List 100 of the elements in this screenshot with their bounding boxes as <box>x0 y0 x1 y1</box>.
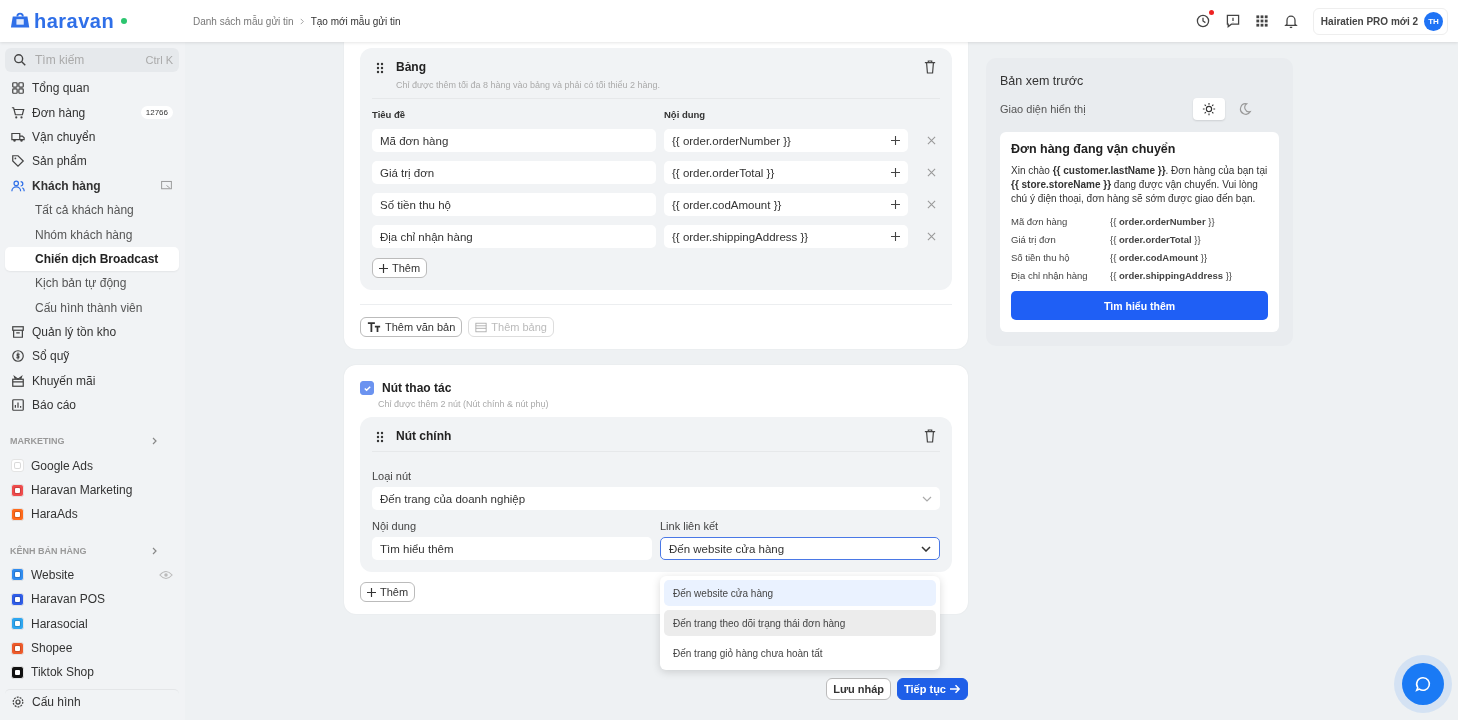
nav-item[interactable]: Vận chuyển <box>5 124 179 150</box>
column-header: Nội dung <box>664 109 707 120</box>
grid-icon <box>11 81 25 96</box>
chart-icon <box>11 398 25 413</box>
chat-button[interactable] <box>1402 663 1444 705</box>
nav-item[interactable]: Khách hàng <box>5 173 179 198</box>
section-title: MARKETING <box>10 436 65 447</box>
theme-label: Giao diện hiển thị <box>1000 103 1086 115</box>
chevron-icon[interactable] <box>151 437 159 446</box>
plus-icon <box>367 587 376 597</box>
trash-icon[interactable] <box>924 60 936 74</box>
variable-field[interactable]: {{ order.codAmount }} <box>664 193 908 216</box>
breadcrumb-link[interactable]: Tạo mới mẫu gửi tin <box>310 15 401 27</box>
section-heading: Nút thao tác <box>382 381 452 395</box>
drag-handle-icon[interactable] <box>376 62 384 74</box>
nav-item[interactable]: Tổng quan <box>5 76 179 101</box>
nav-item[interactable]: HaraAds <box>5 502 179 527</box>
text-field[interactable]: Giá trị đơn <box>372 161 656 184</box>
search-input[interactable]: Tìm kiếm <box>33 52 140 68</box>
nav-item[interactable]: Haravan POS <box>5 587 179 612</box>
variable-field[interactable]: {{ order.orderNumber }} <box>664 129 908 152</box>
message-value: {{ order.orderTotal }} <box>1110 234 1202 245</box>
brand-name: haravan <box>34 9 115 33</box>
box-icon <box>11 325 25 340</box>
nav-item[interactable]: Website <box>5 562 179 588</box>
add-block-button[interactable]: Thêm văn bản <box>360 317 463 337</box>
message-label: Giá trị đơn <box>1011 234 1057 245</box>
shortcut-hint: Ctrl K <box>145 54 173 66</box>
trash-icon[interactable] <box>924 429 936 443</box>
learn-more-button[interactable]: Tìm hiểu thêm <box>1011 291 1268 320</box>
search-icon <box>13 53 27 67</box>
nav-item[interactable]: Sản phẩm <box>5 149 179 174</box>
dropdown-option[interactable]: Đến website cửa hàng <box>664 580 936 606</box>
nav-item[interactable]: Đơn hàng 12766 <box>5 100 179 125</box>
message-title: Đơn hàng đang vận chuyển <box>1011 142 1177 156</box>
text-field[interactable]: Tìm hiểu thêm <box>372 537 652 560</box>
add-row-button[interactable]: Thêm <box>372 258 428 278</box>
avatar: TH <box>1424 11 1443 31</box>
plus-icon[interactable] <box>891 168 900 177</box>
users-icon <box>11 178 25 193</box>
tag-icon <box>11 154 25 169</box>
text-icon <box>367 321 381 333</box>
nav-item[interactable]: Google Ads <box>5 453 179 478</box>
text-field[interactable]: Số tiền thu hộ <box>372 193 656 216</box>
section-hint: Chỉ được thêm 2 nút (Nút chính & nút phụ) <box>378 399 550 409</box>
check-icon <box>362 383 372 393</box>
plus-icon[interactable] <box>891 200 900 209</box>
bell-icon[interactable] <box>1282 13 1299 29</box>
sun-icon[interactable] <box>1193 98 1225 120</box>
nav-item[interactable]: Harasocial <box>5 611 179 636</box>
nav-subitem[interactable]: Kịch bản tự động <box>5 271 179 296</box>
draft-button[interactable]: Lưu nháp <box>826 678 891 700</box>
plus-icon[interactable] <box>891 232 900 241</box>
text-field[interactable]: Địa chỉ nhận hàng <box>372 225 656 248</box>
apps-icon[interactable] <box>1254 14 1269 28</box>
continue-button[interactable]: Tiếp tục <box>897 678 968 700</box>
message-label: Địa chỉ nhận hàng <box>1011 270 1089 281</box>
nav-item[interactable]: Shopee <box>5 635 179 661</box>
variable-field[interactable]: {{ order.orderTotal }} <box>664 161 908 184</box>
plus-icon[interactable] <box>891 136 900 145</box>
nav-item[interactable]: Sổ quỹ <box>5 344 179 369</box>
nav-item[interactable]: Cấu hình <box>5 688 179 714</box>
chat-icon <box>1414 675 1432 693</box>
nav-subitem[interactable]: Nhóm khách hàng <box>5 222 179 247</box>
drag-handle-icon[interactable] <box>376 431 384 443</box>
nav-item[interactable]: Tiktok Shop <box>5 660 179 685</box>
field-label: Nội dung <box>372 520 418 532</box>
section-title: KÊNH BÁN HÀNG <box>10 545 87 556</box>
variable-field[interactable]: {{ order.shippingAddress }} <box>664 225 908 248</box>
store-switcher[interactable]: Hairatien PRO mới 2 TH <box>1312 7 1448 35</box>
plus-icon <box>379 263 388 273</box>
field-label: Link liên kết <box>660 520 720 532</box>
dropdown-option[interactable]: Đến trang giỏ hàng chưa hoàn tất <box>664 640 936 666</box>
breadcrumb-link[interactable]: Danh sách mẫu gửi tin <box>193 15 294 27</box>
field-label: Loại nút <box>372 470 413 482</box>
nav-item[interactable]: Khuyến mãi <box>5 368 179 394</box>
nav-item[interactable]: Quản lý tồn kho <box>5 319 179 345</box>
history-icon[interactable] <box>1194 13 1211 29</box>
message-value: {{ order.codAmount }} <box>1110 252 1209 263</box>
nav-item[interactable]: Haravan Marketing <box>5 477 179 503</box>
gear-icon <box>11 694 25 709</box>
add-button-button[interactable]: Thêm <box>360 582 416 602</box>
nav-subitem[interactable]: Tất cả khách hàng <box>5 197 179 223</box>
coin-icon <box>11 349 25 364</box>
message-body: Xin chào {{ customer.lastName }}. Đơn hàng của bạn tại {{ store.storeName }} đang được vận chuyển. Vui lòng chú ý điện thoại, đơn hàng sẽ sớm được giao đến bạn. <box>1011 164 1268 206</box>
chevron-down-icon <box>922 495 932 502</box>
nav-item[interactable]: Báo cáo <box>5 393 179 418</box>
panel-title: Bản xem trước <box>1000 74 1085 88</box>
select-field[interactable]: Đến trang của doanh nghiệp <box>372 487 940 510</box>
feedback-icon[interactable] <box>1224 13 1241 29</box>
block-title: Bảng <box>396 60 427 74</box>
nav-subitem[interactable]: Cấu hình thành viên <box>5 295 179 320</box>
text-field[interactable]: Mã đơn hàng <box>372 129 656 152</box>
table-icon <box>475 321 488 333</box>
nav-subitem[interactable]: Chiến dịch Broadcast <box>5 246 179 272</box>
dropdown-option[interactable]: Đến trang theo dõi trạng thái đơn hàng <box>664 610 936 636</box>
checkbox[interactable] <box>360 381 374 395</box>
chevron-icon[interactable] <box>151 546 159 555</box>
message-value: {{ order.orderNumber }} <box>1110 216 1216 227</box>
select-field[interactable]: Đến website cửa hàng <box>660 537 940 560</box>
